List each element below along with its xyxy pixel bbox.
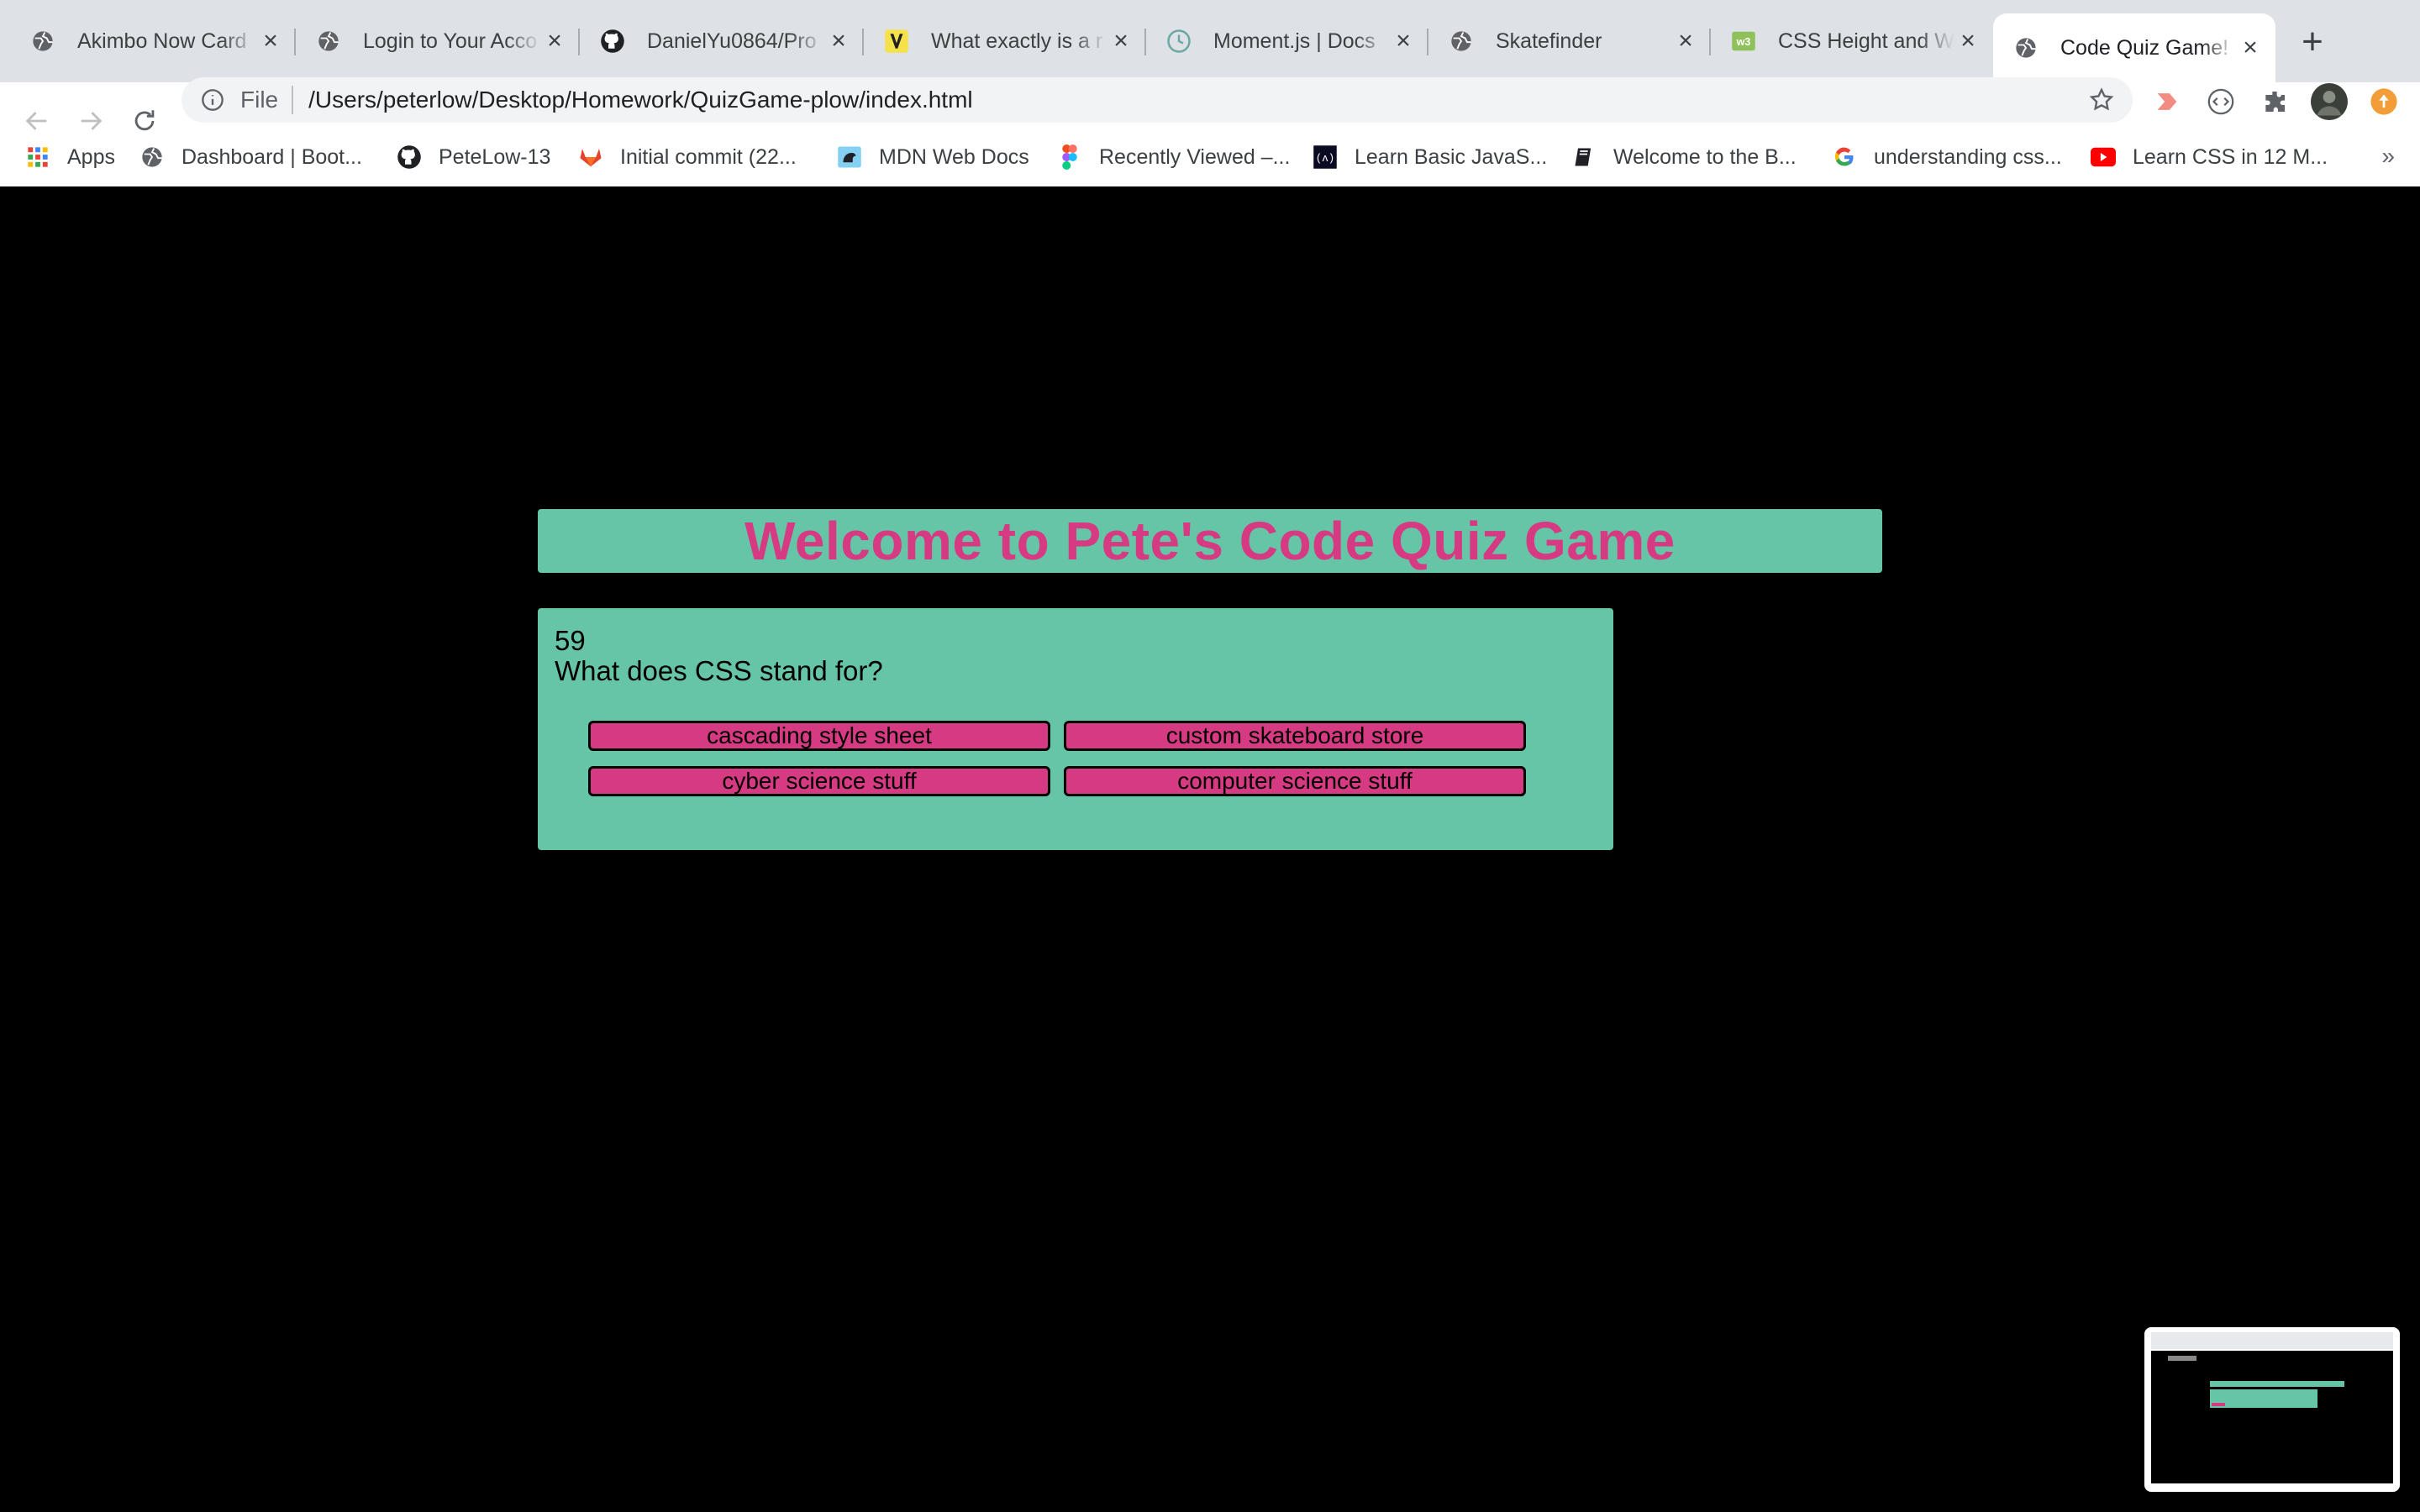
bookmark-understanding-css[interactable]: understanding css... xyxy=(1832,136,2062,178)
bookmark-label: Learn Basic JavaS... xyxy=(1355,144,1548,169)
cast-extension-icon[interactable] xyxy=(2151,86,2183,118)
bookmarks-overflow-button[interactable]: » xyxy=(2381,143,2395,170)
page-title: Welcome to Pete's Code Quiz Game xyxy=(744,511,1676,571)
answer-button-2[interactable]: custom skateboard store xyxy=(1064,721,1526,751)
tab-css-height[interactable]: w3 CSS Height and W × xyxy=(1711,13,1993,69)
freecodecamp-icon: (ʌ) xyxy=(1313,144,1338,170)
bookmark-apps[interactable]: Apps xyxy=(25,136,115,178)
avatar[interactable] xyxy=(2311,83,2348,120)
tab-title: Skatefinder xyxy=(1496,29,1602,53)
answer-button-3[interactable]: cyber science stuff xyxy=(588,766,1050,796)
svg-text:w3: w3 xyxy=(1736,36,1751,48)
w3-icon: w3 xyxy=(1731,29,1756,54)
bookmark-label: Welcome to the B... xyxy=(1613,144,1797,169)
thumbnail-button xyxy=(2212,1403,2225,1406)
puzzle-extensions-icon[interactable] xyxy=(2259,86,2291,118)
bookmark-welcome[interactable]: Welcome to the B... xyxy=(1571,136,1797,178)
gitlab-icon xyxy=(578,144,603,170)
back-button[interactable] xyxy=(17,101,57,141)
info-icon[interactable] xyxy=(200,87,225,113)
apps-grid-icon xyxy=(25,144,50,170)
close-icon[interactable]: × xyxy=(257,27,284,55)
screenshot-thumbnail[interactable] xyxy=(2144,1327,2400,1492)
tab-akimbo[interactable]: Akimbo Now Card × xyxy=(10,13,296,69)
page-header: Welcome to Pete's Code Quiz Game xyxy=(538,509,1882,573)
tab-what-exactly[interactable]: What exactly is a r × xyxy=(864,13,1146,69)
answer-button-1[interactable]: cascading style sheet xyxy=(588,721,1050,751)
tab-skatefinder[interactable]: Skatefinder × xyxy=(1428,13,1711,69)
thumbnail-card xyxy=(2210,1389,2317,1408)
tab-title: CSS Height and W xyxy=(1778,29,1954,53)
bookmarks-bar: Apps Dashboard | Boot... PeteLow-13 Init… xyxy=(0,136,2420,187)
bookmark-label: understanding css... xyxy=(1874,144,2062,169)
book-icon xyxy=(1571,144,1597,170)
bookmark-label: Learn CSS in 12 M... xyxy=(2133,144,2328,169)
mdn-icon xyxy=(837,144,862,170)
tab-strip: Akimbo Now Card × Login to Your Acco × D… xyxy=(0,0,2420,82)
v-icon xyxy=(884,29,909,54)
close-icon[interactable]: × xyxy=(541,27,568,55)
scheme-label: File xyxy=(240,87,279,113)
github-icon xyxy=(397,144,422,170)
globe-icon xyxy=(316,29,341,54)
github-icon xyxy=(600,29,625,54)
new-tab-button[interactable]: + xyxy=(2294,24,2331,60)
tab-momentjs[interactable]: Moment.js | Docs × xyxy=(1146,13,1428,69)
url-text[interactable]: /Users/peterlow/Desktop/Homework/QuizGam… xyxy=(308,87,973,113)
quiz-card: 59 What does CSS stand for? cascading st… xyxy=(538,608,1613,850)
thumbnail-header xyxy=(2210,1381,2344,1387)
bookmark-label: Initial commit (22... xyxy=(620,144,797,169)
tab-title: DanielYu0864/Pro xyxy=(647,29,817,53)
forward-button[interactable] xyxy=(71,101,111,141)
page-viewport: Welcome to Pete's Code Quiz Game 59 What… xyxy=(0,186,2420,1512)
tab-code-quiz-game[interactable]: Code Quiz Game! × xyxy=(1993,13,2275,82)
thumbnail-toolbar xyxy=(2151,1332,2393,1349)
google-icon xyxy=(1832,144,1857,170)
bookmark-mdn[interactable]: MDN Web Docs xyxy=(837,136,1029,178)
star-icon[interactable] xyxy=(2087,86,2116,114)
bookmark-label: MDN Web Docs xyxy=(879,144,1029,169)
tab-title: Login to Your Acco xyxy=(363,29,538,53)
bookmark-initial-commit[interactable]: Initial commit (22... xyxy=(578,136,797,178)
thumbnail-tag xyxy=(2168,1356,2196,1361)
tab-title: What exactly is a r xyxy=(931,29,1103,53)
bookmark-recently-viewed[interactable]: Recently Viewed –... xyxy=(1057,136,1290,178)
youtube-icon xyxy=(2091,144,2116,170)
bookmark-petelow[interactable]: PeteLow-13 xyxy=(397,136,550,178)
close-icon[interactable]: × xyxy=(2237,34,2264,61)
tab-github-danielyu[interactable]: DanielYu0864/Pro × xyxy=(580,13,864,69)
close-icon[interactable]: × xyxy=(1672,27,1699,55)
reload-button[interactable] xyxy=(124,101,165,141)
bookmark-learn-css-12[interactable]: Learn CSS in 12 M... xyxy=(2091,136,2328,178)
tab-login[interactable]: Login to Your Acco × xyxy=(296,13,580,69)
address-divider xyxy=(292,86,294,114)
timer-count: 59 xyxy=(555,625,586,656)
globe-icon xyxy=(139,144,165,170)
bookmark-label: PeteLow-13 xyxy=(439,144,551,169)
globe-icon xyxy=(30,29,55,54)
bookmark-label: Apps xyxy=(67,144,115,169)
svg-text:(ʌ): (ʌ) xyxy=(1316,153,1335,165)
bookmark-dashboard[interactable]: Dashboard | Boot... xyxy=(139,136,362,178)
bookmark-learn-basic-js[interactable]: (ʌ) Learn Basic JavaS... xyxy=(1313,136,1547,178)
close-icon[interactable]: × xyxy=(1954,27,1981,55)
tab-title: Akimbo Now Card xyxy=(77,29,247,53)
thumbnail-viewport xyxy=(2151,1351,2393,1483)
bookmark-label: Dashboard | Boot... xyxy=(182,144,362,169)
tab-title: Code Quiz Game! xyxy=(2060,35,2229,60)
globe-icon xyxy=(1449,29,1474,54)
figma-icon xyxy=(1057,144,1082,170)
address-bar[interactable]: File /Users/peterlow/Desktop/Homework/Qu… xyxy=(182,77,2133,123)
close-icon[interactable]: × xyxy=(825,27,852,55)
close-icon[interactable]: × xyxy=(1107,27,1134,55)
bookmark-label: Recently Viewed –... xyxy=(1099,144,1291,169)
clock-icon xyxy=(1166,29,1192,54)
globe-icon xyxy=(2013,35,2039,60)
tab-title: Moment.js | Docs xyxy=(1213,29,1376,53)
update-icon[interactable] xyxy=(2368,86,2400,118)
question-text: What does CSS stand for? xyxy=(555,655,883,686)
code-extension-icon[interactable] xyxy=(2205,86,2237,118)
answer-button-4[interactable]: computer science stuff xyxy=(1064,766,1526,796)
close-icon[interactable]: × xyxy=(1390,27,1417,55)
